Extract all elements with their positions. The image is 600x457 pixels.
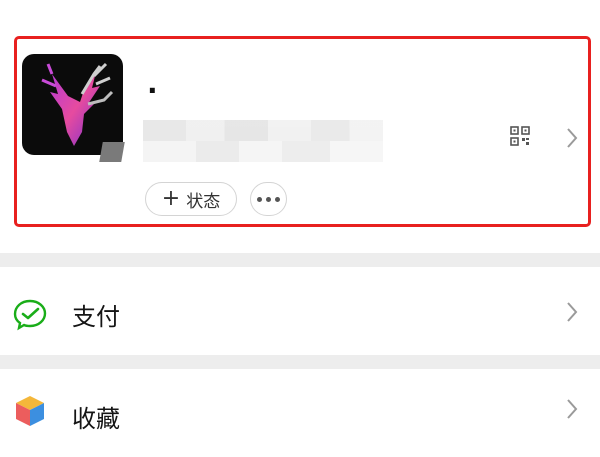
avatar-overlay-corner: [99, 142, 125, 162]
more-options-button[interactable]: [250, 182, 287, 216]
status-button-label: 状态: [186, 191, 221, 212]
qr-code-icon[interactable]: [510, 126, 530, 146]
favorites-cube-icon: [16, 396, 44, 426]
section-divider: [0, 253, 600, 267]
chevron-right-icon[interactable]: [566, 398, 578, 420]
section-divider: [0, 355, 600, 369]
wechat-pay-icon: [13, 299, 47, 331]
avatar[interactable]: [22, 54, 123, 155]
menu-item-pay[interactable]: 支付: [0, 267, 600, 355]
blurred-wechat-id: [143, 120, 383, 162]
menu-item-favorites[interactable]: 收藏: [0, 369, 600, 457]
plus-icon: +: [161, 186, 181, 211]
deer-head-avatar-image: [41, 62, 114, 146]
chevron-right-icon[interactable]: [566, 127, 578, 149]
profile-nickname: .: [147, 67, 158, 100]
menu-item-label: 支付: [72, 303, 120, 331]
menu-item-label: 收藏: [72, 405, 120, 433]
more-dots-icon: [257, 196, 280, 202]
chevron-right-icon[interactable]: [566, 301, 578, 323]
add-status-button[interactable]: + 状态: [145, 182, 237, 216]
